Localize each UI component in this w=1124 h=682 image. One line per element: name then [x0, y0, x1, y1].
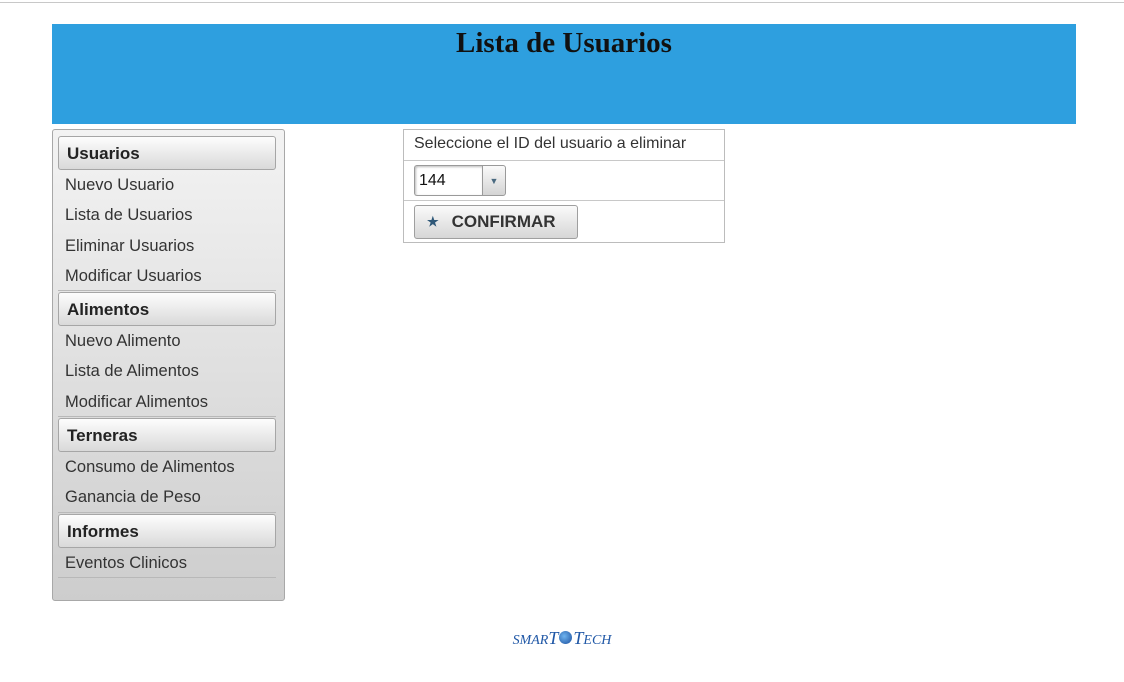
form-label: Seleccione el ID del usuario a eliminar — [404, 130, 724, 161]
menu-item-modificar-usuarios[interactable]: Modificar Usuarios — [58, 261, 276, 292]
delete-user-form: Seleccione el ID del usuario a eliminar … — [403, 129, 725, 243]
smartech-logo: SMART TECH — [512, 628, 612, 648]
menu-item-lista-de-alimentos[interactable]: Lista de Alimentos — [58, 356, 276, 386]
section-header-usuarios[interactable]: Usuarios — [58, 136, 276, 170]
section-header-terneras[interactable]: Terneras — [58, 418, 276, 453]
confirm-row: ★ CONFIRMAR — [404, 201, 724, 244]
sidebar-menu: Usuarios Nuevo Usuario Lista de Usuarios… — [52, 129, 285, 601]
confirm-label: CONFIRMAR — [451, 212, 556, 231]
section-header-alimentos[interactable]: Alimentos — [58, 292, 276, 327]
page-header: Lista de Usuarios — [52, 24, 1076, 124]
user-id-row: ▼ — [404, 161, 724, 201]
user-id-combobox: ▼ — [414, 165, 724, 196]
menu-item-modificar-alimentos[interactable]: Modificar Alimentos — [58, 387, 276, 418]
top-divider — [0, 2, 1124, 3]
section-header-informes[interactable]: Informes — [58, 513, 276, 548]
globe-icon — [559, 631, 573, 644]
menu-item-eventos-clinicos[interactable]: Eventos Clinicos — [58, 548, 276, 578]
menu-item-eliminar-usuarios[interactable]: Eliminar Usuarios — [58, 231, 276, 261]
chevron-down-icon: ▼ — [489, 175, 499, 186]
menu-item-ganancia-de-peso[interactable]: Ganancia de Peso — [58, 482, 276, 513]
user-id-input[interactable] — [414, 165, 482, 196]
menu-item-lista-de-usuarios[interactable]: Lista de Usuarios — [58, 200, 276, 230]
menu-item-consumo-de-alimentos[interactable]: Consumo de Alimentos — [58, 452, 276, 482]
confirm-button[interactable]: ★ CONFIRMAR — [414, 205, 578, 239]
star-icon: ★ — [427, 214, 439, 229]
dropdown-button[interactable]: ▼ — [482, 165, 506, 196]
menu-item-nuevo-alimento[interactable]: Nuevo Alimento — [58, 326, 276, 356]
menu-item-nuevo-usuario[interactable]: Nuevo Usuario — [58, 170, 276, 200]
page-title: Lista de Usuarios — [456, 27, 672, 59]
